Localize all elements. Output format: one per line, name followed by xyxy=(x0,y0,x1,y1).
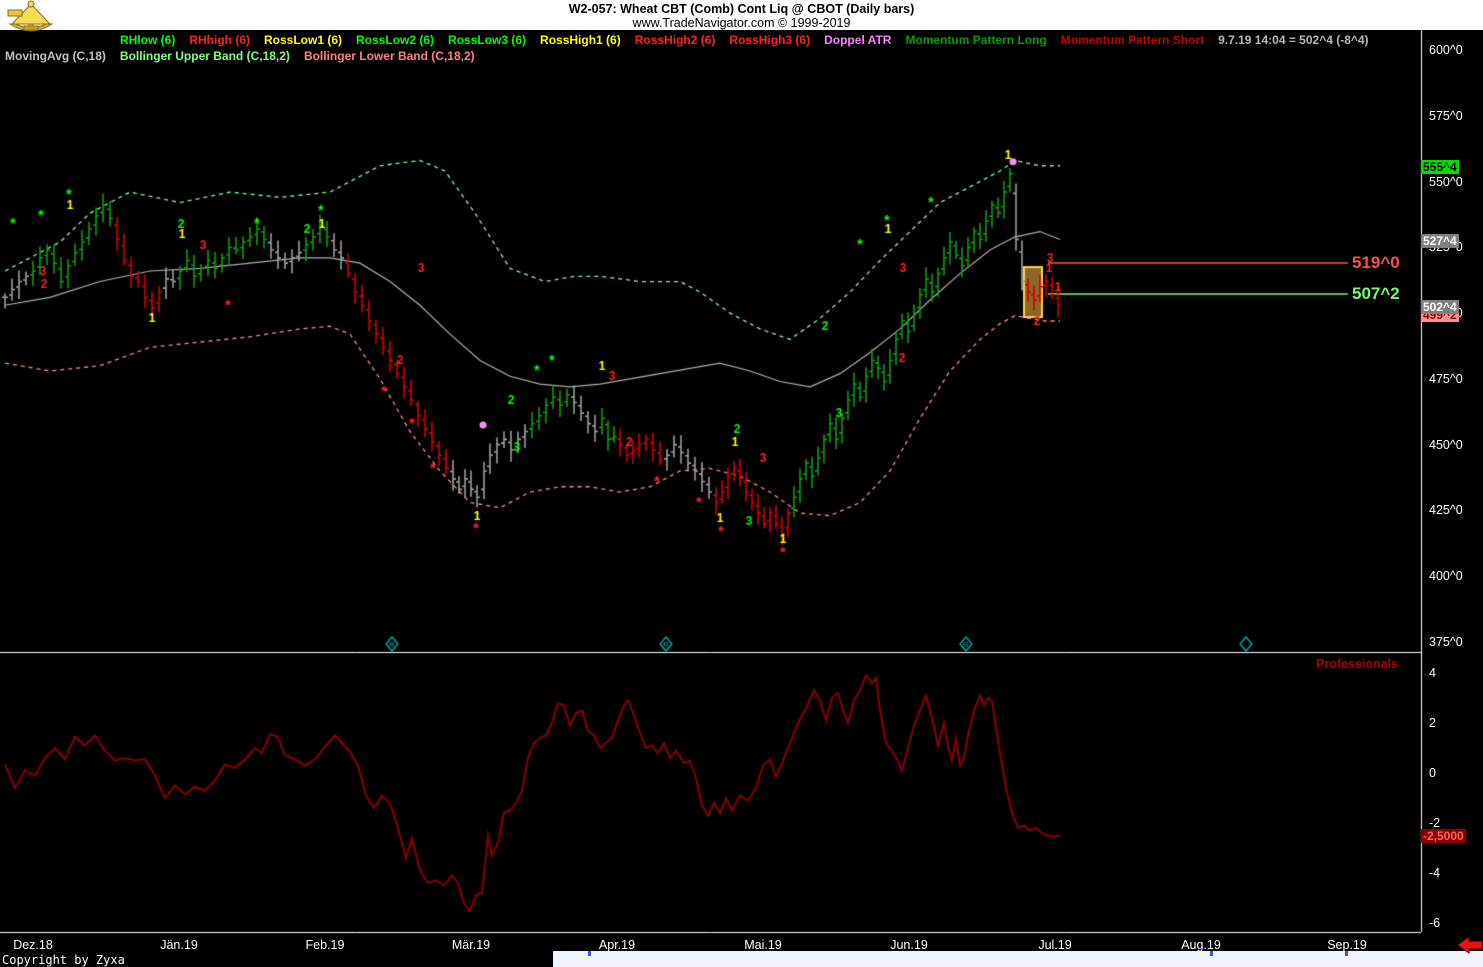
price-tick-450: 450^0 xyxy=(1429,437,1463,452)
price-tag-555: 555^4 xyxy=(1421,160,1459,175)
legend-row-overlays: MovingAvg (C,18) Bollinger Upper Band (C,… xyxy=(5,49,489,63)
month-tick-2: Jän.19 xyxy=(160,938,198,952)
legend-item-8[interactable]: Doppel ATR xyxy=(824,33,891,47)
lower-tick-4: 4 xyxy=(1429,666,1436,680)
legend-item-1[interactable]: RHhigh (6) xyxy=(189,33,250,47)
price-tick-400: 400^0 xyxy=(1429,569,1463,584)
price-tick-375: 375^0 xyxy=(1429,635,1463,649)
month-tick-7: Jun.19 xyxy=(890,938,928,952)
stop-level-label-519: 519^0 xyxy=(1352,253,1400,273)
legend-overlay-item-0[interactable]: MovingAvg (C,18) xyxy=(5,49,106,63)
legend-row-indicators: RHlow (6) RHhigh (6) RossLow1 (6) RossLow2 … xyxy=(120,33,1383,47)
chart-title: W2-057: Wheat CBT (Comb) Cont Liq @ CBOT… xyxy=(568,2,915,16)
legend-item-6[interactable]: RossHigh2 (6) xyxy=(635,33,716,47)
professionals-indicator-label: Professionals xyxy=(1316,657,1398,671)
price-tag-527: 527^4 xyxy=(1421,233,1459,248)
month-tick-5: Apr.19 xyxy=(598,938,636,952)
sextant-logo-icon xyxy=(2,0,60,45)
legend-item-2[interactable]: RossLow1 (6) xyxy=(264,33,342,47)
price-tick-600: 600^0 xyxy=(1429,43,1463,57)
value-tag-minus2-5: -2,5000 xyxy=(1421,828,1466,843)
horizontal-scrollbar[interactable] xyxy=(553,951,1483,967)
price-tag-502: 502^4 xyxy=(1421,299,1459,314)
lower-tick--6: -6 xyxy=(1429,916,1441,930)
price-tick-425: 425^0 xyxy=(1429,503,1463,518)
month-tick-1: Dez.18 xyxy=(13,938,53,952)
legend-overlay-item-1[interactable]: Bollinger Upper Band (C,18,2) xyxy=(120,49,290,63)
scrollbar-mark-0 xyxy=(588,951,591,956)
legend-item-11[interactable]: 9.7.19 14:04 = 502^4 (-8^4) xyxy=(1218,33,1368,47)
lower-tick-0: 0 xyxy=(1429,766,1436,780)
legend-item-5[interactable]: RossHigh1 (6) xyxy=(540,33,621,47)
legend-overlay-item-2[interactable]: Bollinger Lower Band (C,18,2) xyxy=(304,49,475,63)
legend-item-10[interactable]: Momentum Pattern Short xyxy=(1061,33,1204,47)
month-tick-9: Aug.19 xyxy=(1181,938,1221,952)
header-bar: W2-057: Wheat CBT (Comb) Cont Liq @ CBOT… xyxy=(0,0,1483,30)
month-tick-10: Sep.19 xyxy=(1327,938,1367,952)
month-tick-4: Mär.19 xyxy=(451,938,491,952)
scroll-left-arrow-button[interactable] xyxy=(1457,933,1483,957)
price-chart-canvas[interactable] xyxy=(0,0,1483,967)
chart-subtitle: www.TradeNavigator.com © 1999-2019 xyxy=(632,16,851,30)
trade-navigator-window: W2-057: Wheat CBT (Comb) Cont Liq @ CBOT… xyxy=(0,0,1483,967)
lower-tick--4: -4 xyxy=(1429,866,1441,880)
legend-item-9[interactable]: Momentum Pattern Long xyxy=(905,33,1046,47)
legend-item-3[interactable]: RossLow2 (6) xyxy=(356,33,434,47)
month-tick-6: Mai.19 xyxy=(744,938,782,952)
price-tick-575: 575^0 xyxy=(1429,108,1463,123)
legend-item-4[interactable]: RossLow3 (6) xyxy=(448,33,526,47)
lower-tick-2: 2 xyxy=(1429,716,1436,730)
target-level-label-507: 507^2 xyxy=(1352,284,1400,304)
price-tick-475: 475^0 xyxy=(1429,371,1463,386)
month-tick-8: Jul.19 xyxy=(1038,938,1072,952)
price-tick-550: 550^0 xyxy=(1429,174,1463,189)
legend-item-0[interactable]: RHlow (6) xyxy=(120,33,175,47)
copyright-text: Copyright by Zyxa xyxy=(2,953,125,967)
month-tick-3: Feb.19 xyxy=(305,938,345,952)
legend-item-7[interactable]: RossHigh3 (6) xyxy=(729,33,810,47)
